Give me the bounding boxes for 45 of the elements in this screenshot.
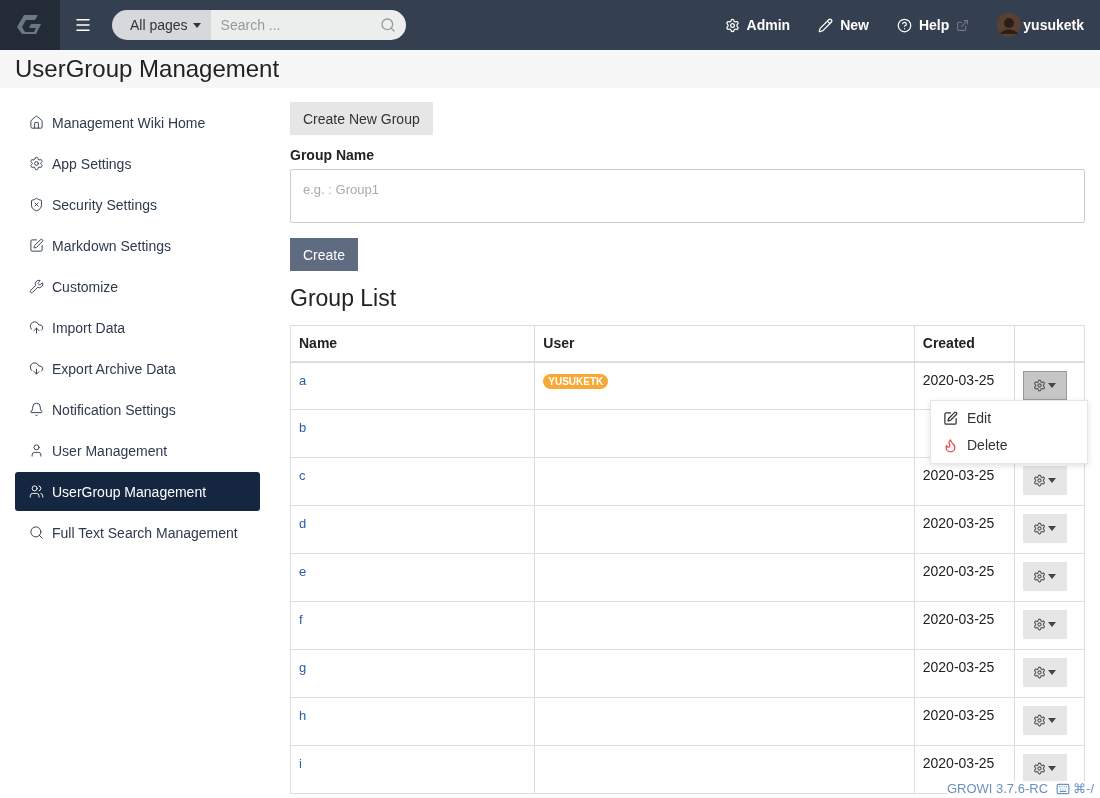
sidebar-item[interactable]: Export Archive Data <box>15 349 260 388</box>
created-date: 2020-03-25 <box>922 755 995 771</box>
column-header: Name <box>290 325 535 362</box>
created-date: 2020-03-25 <box>922 707 995 723</box>
group-link[interactable]: g <box>299 660 307 675</box>
group-link[interactable]: a <box>299 372 307 388</box>
sidebar-item[interactable]: Full Text Search Management <box>15 513 260 552</box>
menu-item[interactable]: Edit <box>931 404 1087 432</box>
menu-item[interactable]: Delete <box>931 431 1087 459</box>
sidebar-item[interactable]: User Management <box>15 431 260 470</box>
group-link[interactable]: h <box>299 708 307 723</box>
group-link[interactable]: d <box>299 516 307 531</box>
created-date: 2020-03-25 <box>922 371 995 388</box>
nav-link[interactable]: Help <box>896 17 970 33</box>
scope-dropdown[interactable]: All pages <box>112 10 211 40</box>
created-date: 2020-03-25 <box>922 467 995 483</box>
sidebar-item[interactable]: Markdown Settings <box>15 226 260 265</box>
field-label: Group Name <box>290 147 375 163</box>
column-header: Created <box>914 325 1015 362</box>
create-button[interactable]: Create <box>290 238 359 271</box>
column-header: User <box>534 325 915 362</box>
created-date: 2020-03-25 <box>922 563 995 579</box>
nav-link[interactable]: Admin <box>724 17 791 33</box>
sidebar-item[interactable]: Customize <box>15 267 260 306</box>
group-link[interactable]: b <box>299 420 307 435</box>
nav-link[interactable]: New <box>818 17 869 33</box>
version-label: GROWI 3.7.6-RC <box>946 781 1049 796</box>
created-date: 2020-03-25 <box>922 659 995 675</box>
create-new-group-button[interactable]: Create New Group <box>290 102 433 135</box>
created-date: 2020-03-25 <box>922 611 995 627</box>
group-link[interactable]: e <box>299 564 307 579</box>
page-title: UserGroup Management <box>15 55 280 83</box>
section-heading: Group List <box>290 285 398 312</box>
user-link[interactable]: yusuketk <box>997 13 1084 37</box>
group-link[interactable]: i <box>299 756 302 771</box>
sidebar-item[interactable]: Management Wiki Home <box>15 103 260 142</box>
user-tag: YUSUKETK <box>543 373 609 389</box>
sidebar-item[interactable]: App Settings <box>15 144 260 183</box>
group-link[interactable]: c <box>299 468 306 483</box>
sidebar-item[interactable]: Import Data <box>15 308 260 347</box>
sidebar-item[interactable]: Notification Settings <box>15 390 260 429</box>
group-link[interactable]: f <box>299 612 303 627</box>
sidebar-item[interactable]: UserGroup Management <box>15 472 260 511</box>
created-date: 2020-03-25 <box>922 515 995 531</box>
sidebar-item[interactable]: Security Settings <box>15 185 260 224</box>
